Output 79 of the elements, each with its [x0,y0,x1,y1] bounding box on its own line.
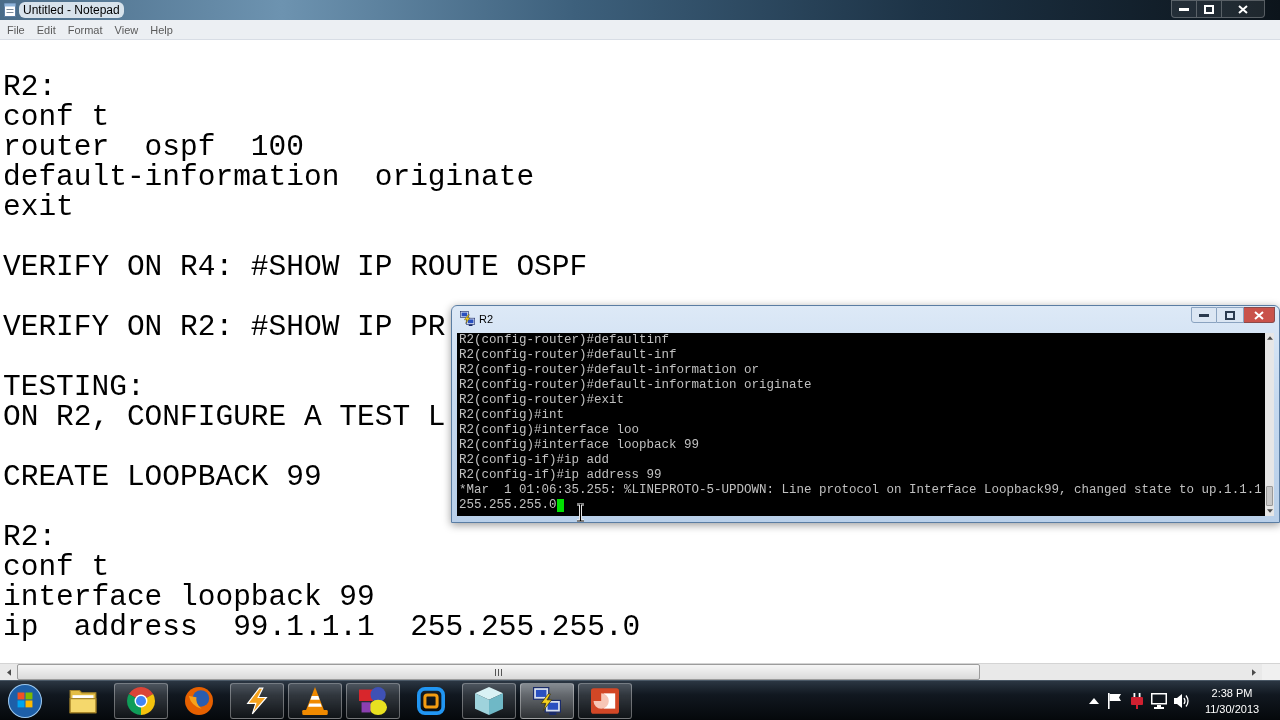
terminal-screen[interactable] [457,333,1274,516]
cursor-icon [556,499,564,512]
scroll-left-arrow-icon [6,668,11,676]
text-line: ON R2, CONFIGURE A TEST L [3,402,446,432]
menu-item[interactable]: View [109,21,144,38]
start-orb-icon [8,683,42,718]
vertical-scrollbar[interactable] [1265,333,1274,516]
tricolor-circle-icon [127,686,155,715]
power-plug-icon[interactable] [1130,692,1143,709]
horizontal-scrollbar[interactable] [0,663,1280,680]
close-icon [1238,4,1248,14]
window-title: Untitled - Notepad [19,2,124,18]
menu-item[interactable]: Format [62,21,108,38]
minimize-button[interactable] [1191,307,1217,323]
scroll-up-arrow-icon [1266,336,1273,340]
terminal-line: R2(config-if)#ip address 99 [459,468,662,483]
taskbar-button[interactable] [520,682,574,719]
typed-command-text: 255.255.255.0 [459,498,557,513]
terminal-line: R2(config-router)#default-information originate [459,378,812,393]
terminal-line: *Mar 1 01:06:35.255: %LINEPROTO-5-UPDOWN: Line protocol on Interface Loopback99, changed state to up.1.1.1 [459,483,1262,498]
computers-icon [533,686,561,715]
maximize-button[interactable] [1217,307,1244,323]
menu-item[interactable]: File [2,21,30,38]
terminal-line: R2(config-if)#ip add [459,453,610,468]
grip-icon [495,668,502,676]
chevron-up-icon[interactable] [1088,697,1099,704]
text-line: ip address 99.1.1.1 255.255.255.0 [3,612,641,642]
text-line: exit [3,192,74,222]
text-line: VERIFY ON R4: #SHOW IP ROUTE OSPF [3,252,588,282]
scroll-thumb[interactable] [17,664,980,680]
text-cursor-icon [576,503,585,522]
menu-item[interactable]: Edit [31,21,61,38]
menu-item[interactable]: Help [145,21,178,38]
minimize-icon [1179,7,1189,11]
text-line: R2: [3,72,57,102]
shapes-icon [359,686,387,715]
text-line: default-information originate [3,162,535,192]
cube-icon [475,686,503,715]
speaker-icon[interactable] [1173,692,1190,709]
taskbar-button[interactable] [230,682,284,719]
network-icon[interactable] [1151,692,1167,709]
terminal-title: R2 [479,311,494,326]
text-line: router ospf 100 [3,132,304,162]
flag-icon[interactable] [1108,692,1122,709]
text-line: conf t [3,552,110,582]
terminal-line: R2(config)#interface loo [459,423,640,438]
scroll-right-arrow-icon [1251,668,1256,676]
taskbar-button[interactable] [346,682,400,719]
document-icon [4,3,16,17]
text-line: VERIFY ON R2: #SHOW IP PR [3,312,446,342]
computers-icon [460,311,475,326]
traffic-cone-icon [301,686,329,715]
text-line: CREATE LOOPBACK 99 [3,462,322,492]
terminal-line: R2(config)#interface loopback 99 [459,438,700,453]
taskbar-button[interactable] [462,682,516,719]
rounded-square-icon [417,686,445,715]
maximize-icon [1225,310,1235,320]
minimize-icon [1199,313,1209,317]
terminal-line: R2(config-router)#defaultinf [459,333,670,348]
taskbar-button[interactable] [288,682,342,719]
taskbar-button[interactable] [114,682,168,719]
maximize-icon [1204,4,1214,14]
presentation-icon [591,686,619,715]
text-line: conf t [3,102,110,132]
clock-time: 2:38 PM [1211,685,1253,701]
terminal-line: R2(config)#int [459,408,565,423]
globe-icon [185,686,213,715]
taskbar-button[interactable] [578,682,632,719]
terminal-line: R2(config-router)#default-information or [459,363,760,378]
scroll-down-arrow-icon [1266,509,1273,513]
close-icon [1254,310,1264,320]
clock-date: 11/30/2013 [1204,701,1260,717]
terminal-line: R2(config-router)#default-inf [459,348,677,363]
text-line: interface loopback 99 [3,582,375,612]
text-line: TESTING: [3,372,145,402]
text-line: R2: [3,522,57,552]
terminal-line: R2(config-router)#exit [459,393,625,408]
scroll-thumb[interactable] [1266,486,1273,506]
close-button[interactable] [1244,307,1275,323]
